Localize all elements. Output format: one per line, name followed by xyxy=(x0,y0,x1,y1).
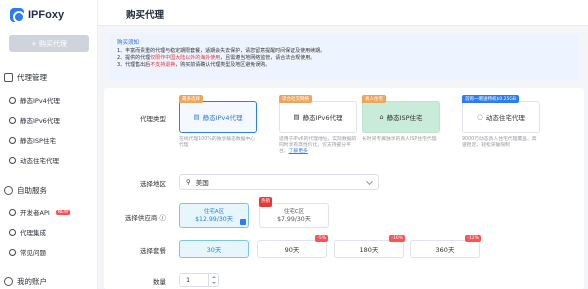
notice-line: 3、代理售出后不支持退换，购买前请确认代理类型及地区避免误购。 xyxy=(117,62,271,68)
home-icon: ⌂ xyxy=(379,113,384,121)
chevron-down-icon xyxy=(365,177,374,186)
proxy-type-tag: 最多选择 xyxy=(179,95,203,103)
help-icon xyxy=(9,248,16,256)
section-proxy-management[interactable]: 代理管理 xyxy=(4,72,47,83)
notice-title: 购买须知 xyxy=(117,40,140,46)
discount-badge: -12% xyxy=(465,235,481,242)
proxy-type-tag: 适合社交网络 xyxy=(279,95,312,103)
buy-proxy-button[interactable]: + 购买代理 xyxy=(9,35,89,52)
region-value: 美国 xyxy=(195,179,209,187)
search-icon: ⚲ xyxy=(186,178,191,186)
package-360[interactable]: 360天 -12% xyxy=(410,235,481,258)
proxy-type-desc: 9000万动态真人住宅代理覆盖、高速稳定、轻松突破限制 xyxy=(462,137,537,148)
gear-icon xyxy=(9,228,16,236)
discount-badge: -10% xyxy=(389,235,405,242)
sidebar-item-isp[interactable]: 静态ISP住宅 xyxy=(9,135,56,145)
proxy-type-label: 代理类型 xyxy=(140,115,166,123)
region-label: 选择地区 xyxy=(140,180,166,188)
proxy-type-desc: 在线代理100%的独享静态数据中心代理 xyxy=(179,137,256,148)
learn-more-link[interactable]: 了解更多 xyxy=(289,149,308,154)
hot-badge: 热销 xyxy=(259,197,272,207)
server-icon xyxy=(9,96,16,104)
proxy-type-desc: 适用于IPv6的代理地址，实际数据的同时享有高性价比，仅支持部分平台，了解更多 xyxy=(279,137,357,154)
refresh-icon xyxy=(9,156,16,164)
supplier-label: 选择供应商 ⓘ xyxy=(124,214,166,222)
refresh-icon: ◌ xyxy=(477,113,483,121)
logo-text: IPFoxy xyxy=(28,9,65,21)
package-30[interactable]: 30天 xyxy=(179,240,249,258)
quantity-value: 1 xyxy=(186,276,191,284)
proxy-type-tag: 真人住宅 xyxy=(362,95,386,103)
discount-badge: -5% xyxy=(315,235,328,242)
server-icon xyxy=(9,116,16,124)
new-badge: NEW xyxy=(55,209,71,215)
proxy-type-desc: 长时间专属独享的真人ISP住宅代理 xyxy=(362,137,437,142)
section-my-account[interactable]: 我的账户 xyxy=(4,276,47,287)
purchase-notice: 购买须知 1、丰富而贵重的代理与稳定期限套餐，适期会失去保护，请您留意提醒时间保… xyxy=(109,34,579,80)
stepper-arrows-icon[interactable] xyxy=(208,274,218,286)
region-select[interactable]: ⚲ 美国 xyxy=(179,174,379,190)
supplier-a[interactable]: 住宅A区 $12.99/30天 xyxy=(179,203,249,228)
package-180[interactable]: 180天 -10% xyxy=(334,235,405,258)
service-icon xyxy=(4,186,13,195)
logo[interactable]: IPFoxy xyxy=(10,8,65,23)
code-icon xyxy=(9,208,16,216)
section-self-service[interactable]: 自助服务 xyxy=(4,185,47,196)
header: 购买代理 xyxy=(98,0,588,26)
proxy-type-dynamic[interactable]: 首购一赠送特权$0.25GB ◌ 动态住宅代理 xyxy=(462,95,540,133)
supplier-c[interactable]: 热销 住宅C区 $7.99/30天 xyxy=(259,197,329,228)
notice-line: 2、提供的代理仅限作中国大陆以外的海外使用，且需遵当地网络监管，请合法合规使用。 xyxy=(117,55,316,61)
sidebar-item-faq[interactable]: 常见问题 xyxy=(9,247,46,257)
quantity-label: 数量 xyxy=(153,278,166,286)
sidebar-item-api[interactable]: 开发者API NEW xyxy=(9,207,71,217)
sidebar: IPFoxy + 购买代理 代理管理 静态IPv4代理 静态IPv6代理 静态I… xyxy=(0,0,98,289)
package-90[interactable]: 90天 -5% xyxy=(257,235,328,258)
user-icon xyxy=(4,277,13,286)
server-icon: ▤ xyxy=(293,113,300,121)
package-label: 选择套餐 xyxy=(140,247,166,255)
page-title: 购买代理 xyxy=(126,10,165,21)
proxy-type-ipv6[interactable]: 适合社交网络 ▤ 静态IPv6代理 xyxy=(279,95,357,133)
check-icon xyxy=(240,219,246,225)
grid-icon xyxy=(4,73,13,82)
notice-line: 1、丰富而贵重的代理与稳定期限套餐，适期会失去保护，请您留意提醒时间保证及使用续… xyxy=(117,48,326,54)
logo-icon xyxy=(10,8,25,23)
proxy-type-isp[interactable]: 真人住宅 ⌂ 静态ISP住宅 xyxy=(362,95,440,133)
quantity-stepper[interactable]: 1 xyxy=(179,273,219,287)
sidebar-item-ipv4[interactable]: 静态IPv4代理 xyxy=(9,95,60,105)
sidebar-item-ipv6[interactable]: 静态IPv6代理 xyxy=(9,115,60,125)
proxy-type-ipv4[interactable]: 最多选择 ▤ 静态IPv4代理 xyxy=(179,95,257,133)
home-icon xyxy=(9,136,16,144)
sidebar-item-integration[interactable]: 代理集成 xyxy=(9,227,46,237)
server-icon: ▤ xyxy=(193,113,200,121)
proxy-type-tag: 首购一赠送特权$0.25GB xyxy=(462,95,519,103)
purchase-form: 代理类型 最多选择 ▤ 静态IPv4代理 适合社交网络 ▤ 静态IPv6代理 真… xyxy=(104,88,584,289)
sidebar-item-dynamic[interactable]: 动态住宅代理 xyxy=(9,155,59,165)
